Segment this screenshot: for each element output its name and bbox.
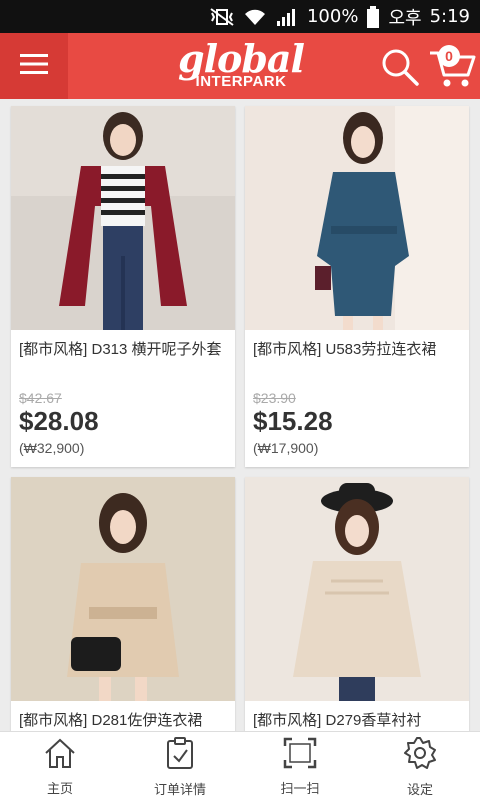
global-interpark-logo[interactable]: global INTERPARK	[176, 39, 306, 93]
time: 5:19	[429, 6, 470, 27]
bottom-navigation: 主页 订单详情 扫一扫 设定	[0, 731, 480, 801]
wifi-icon	[243, 7, 267, 27]
original-price: $42.67	[19, 390, 62, 406]
nav-home-label: 主页	[46, 780, 73, 796]
battery-percent: 100%	[306, 6, 359, 27]
app-bar: global INTERPARK 0	[0, 33, 480, 99]
cart-count-badge: 0	[438, 45, 460, 67]
search-button[interactable]	[380, 47, 420, 87]
sale-price: $28.08	[19, 406, 99, 436]
product-card[interactable]: [都市风格] D313 横开呢子外套 $42.67 $28.08 (₩32,90…	[11, 106, 235, 467]
product-card[interactable]: [都市风格] U583劳拉连衣裙 $23.90 $15.28 (₩17,900)	[245, 106, 469, 467]
menu-button[interactable]	[0, 33, 68, 99]
nav-scan-label: 扫一扫	[280, 780, 320, 796]
product-card[interactable]: [都市风格] D279香草衬衬	[245, 477, 469, 731]
krw-price: (₩17,900)	[253, 440, 319, 456]
product-image[interactable]	[245, 477, 469, 701]
nav-settings-label: 设定	[406, 781, 433, 797]
clipboard-check-icon	[165, 736, 195, 775]
product-grid: [都市风格] D313 横开呢子外套 $42.67 $28.08 (₩32,90…	[0, 99, 480, 731]
original-price: $23.90	[253, 390, 296, 406]
nav-settings[interactable]: 设定	[360, 732, 480, 801]
time-ampm: 오후	[388, 7, 422, 29]
product-name: [都市风格] D313 横开呢子外套	[19, 341, 222, 358]
nav-order-details[interactable]: 订单详情	[120, 732, 240, 801]
signal-icon	[275, 7, 299, 27]
product-name: [都市风格] U583劳拉连衣裙	[253, 341, 437, 358]
product-name: [都市风格] D281佐伊连衣裙	[19, 712, 203, 729]
battery-icon	[366, 5, 380, 28]
hamburger-icon	[20, 53, 48, 80]
gear-icon	[403, 736, 437, 775]
nav-home[interactable]: 主页	[0, 732, 120, 801]
product-image[interactable]	[11, 106, 235, 330]
product-name: [都市风格] D279香草衬衬	[253, 712, 422, 729]
home-icon	[43, 737, 77, 774]
product-card[interactable]: [都市风格] D281佐伊连衣裙	[11, 477, 235, 731]
vibrate-mute-icon	[209, 7, 235, 27]
product-image[interactable]	[245, 106, 469, 330]
cart-button[interactable]: 0	[428, 43, 476, 89]
krw-price: (₩32,900)	[19, 440, 85, 456]
sale-price: $15.28	[253, 406, 333, 436]
nav-scan[interactable]: 扫一扫	[240, 732, 360, 801]
product-image[interactable]	[11, 477, 235, 701]
nav-order-details-label: 订单详情	[153, 781, 206, 797]
cart-icon	[428, 51, 476, 93]
search-icon	[380, 49, 420, 91]
scan-icon	[283, 737, 317, 774]
status-bar: 100% 오후 5:19	[0, 0, 480, 33]
